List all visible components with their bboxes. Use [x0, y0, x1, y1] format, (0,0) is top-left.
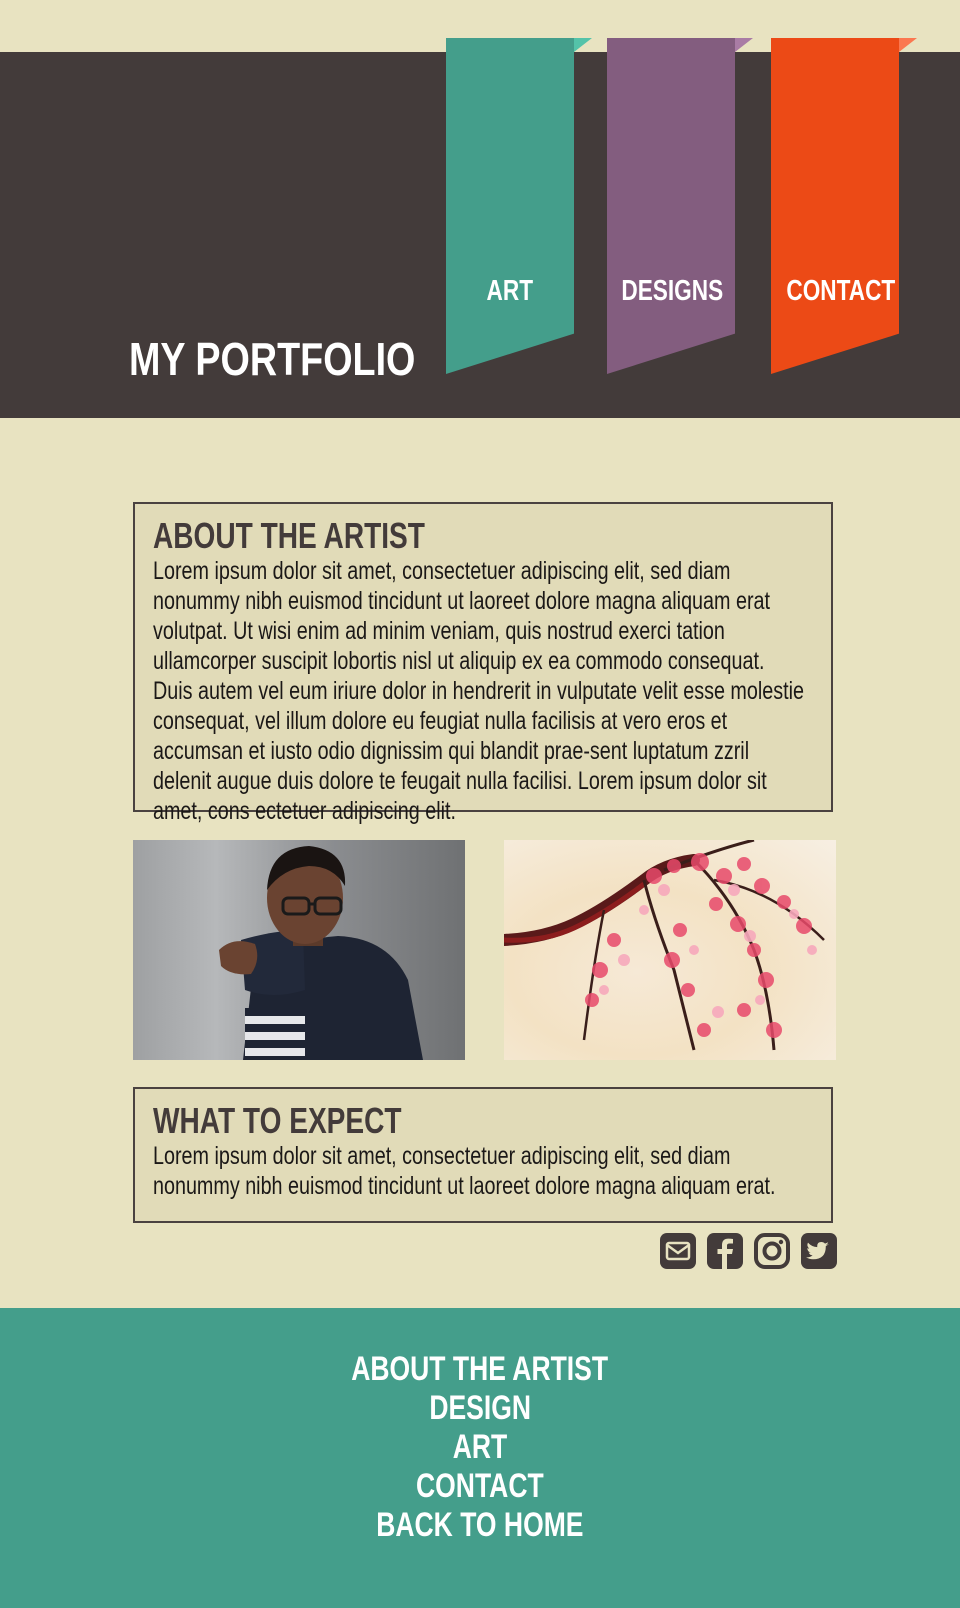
about-body: Lorem ipsum dolor sit amet, consectetuer… — [153, 557, 804, 825]
about-section: ABOUT THE ARTIST Lorem ipsum dolor sit a… — [133, 502, 833, 825]
expect-body: Lorem ipsum dolor sit amet, consectetuer… — [153, 1142, 776, 1200]
nav-label-art[interactable]: ART — [446, 275, 574, 308]
cherry-blossom-illustration — [504, 840, 825, 1051]
twitter-icon[interactable] — [801, 1233, 837, 1269]
about-heading: ABOUT THE ARTIST — [153, 515, 425, 556]
nav-label-designs[interactable]: DESIGNS — [607, 275, 735, 308]
footer-nav: ABOUT THE ARTIST DESIGN ART CONTACT BACK… — [0, 1350, 960, 1545]
facebook-icon[interactable] — [707, 1233, 743, 1269]
site-footer: ABOUT THE ARTIST DESIGN ART CONTACT BACK… — [0, 1308, 960, 1608]
footer-link-home[interactable]: BACK TO HOME — [0, 1506, 960, 1545]
portrait-illustration — [219, 846, 423, 1060]
footer-link-design[interactable]: DESIGN — [0, 1389, 960, 1428]
nav-label-contact[interactable]: CONTACT — [771, 275, 899, 308]
ribbon-fold — [899, 38, 917, 52]
instagram-icon[interactable] — [754, 1233, 790, 1269]
ribbon-body — [607, 38, 735, 374]
expect-section: WHAT TO EXPECT Lorem ipsum dolor sit ame… — [133, 1087, 833, 1223]
ribbon-body — [771, 38, 899, 374]
cherry-blossom-painting — [504, 840, 836, 1060]
nav-ribbon-designs[interactable]: DESIGNS — [607, 38, 753, 374]
ribbon-fold — [735, 38, 753, 52]
ribbon-fold — [574, 38, 592, 52]
expect-heading: WHAT TO EXPECT — [153, 1100, 402, 1141]
footer-link-contact[interactable]: CONTACT — [0, 1467, 960, 1506]
email-icon[interactable] — [660, 1233, 696, 1269]
site-title: MY PORTFOLIO — [129, 333, 416, 385]
footer-link-art[interactable]: ART — [0, 1428, 960, 1467]
footer-link-about[interactable]: ABOUT THE ARTIST — [0, 1350, 960, 1389]
ribbon-body — [446, 38, 574, 374]
nav-ribbon-art[interactable]: ART — [446, 38, 592, 374]
nav-ribbon-contact[interactable]: CONTACT — [771, 38, 917, 374]
portrait-photo — [133, 840, 465, 1060]
